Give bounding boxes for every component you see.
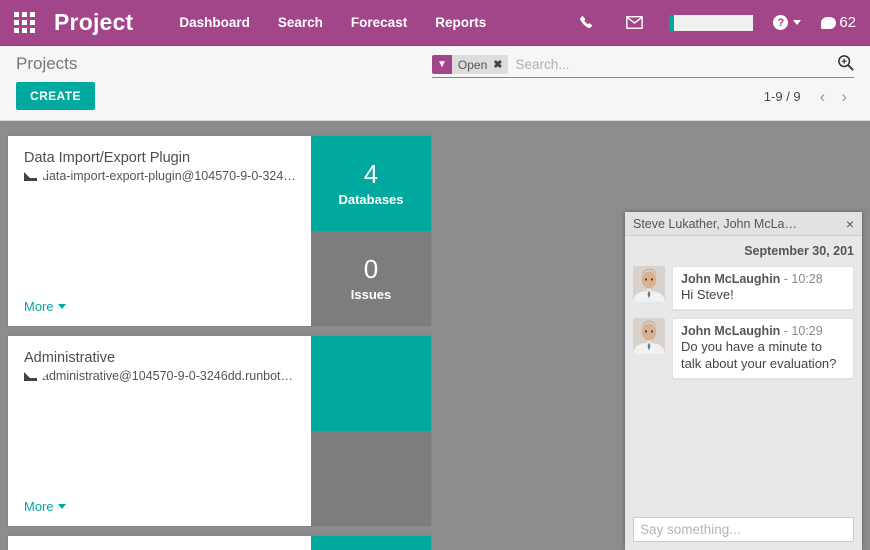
chat-window: Steve Lukather, John McLa… × September 3… [625,212,862,550]
search-facet-remove-icon[interactable]: ✖ [491,55,509,74]
chat-message-author: John McLaughin [681,272,781,286]
more-dropdown[interactable]: More [24,299,66,314]
kanban-card-stats [311,336,431,526]
menu-item-forecast[interactable]: Forecast [337,1,421,44]
chat-message-bubble: John McLaughin - 10:29 Do you have a min… [672,318,854,379]
control-panel: Projects ▼ Open ✖ Search... CREATE 1-9 /… [0,46,870,121]
menu-item-reports[interactable]: Reports [421,1,500,44]
stat-issues[interactable]: 0 Issues [311,231,431,326]
apps-menu-button[interactable] [0,0,48,46]
application-root: Project Dashboard Search Forecast Report… [0,0,870,550]
top-navigation-bar: Project Dashboard Search Forecast Report… [0,0,870,46]
kanban-card-stats: 4 Databases 0 Issues [311,136,431,326]
stat-databases[interactable]: 4 Databases [311,136,431,231]
create-button[interactable]: CREATE [16,82,95,110]
help-circle-icon: ? [773,15,789,30]
stat-value: 4 [363,159,379,190]
more-label: More [24,499,54,514]
project-alias-email: administrative@104570-9-0-3246dd.runbot… [24,369,295,383]
project-alias-email-text: administrative@104570-9-0-3246dd.runbot… [42,369,294,383]
user-account-bar[interactable] [669,14,754,31]
chat-message-meta: John McLaughin - 10:29 [681,324,845,338]
page-title: Projects [16,54,78,73]
search-input[interactable] [513,56,831,73]
user-photo-avatar [633,266,665,302]
chat-message-list: September 30, 201 John McLaughin - 10:28… [625,236,862,511]
kanban-card-ben[interactable]: Ben ben@104570-9-0-3246dd.runbot6.odoo.c… [8,536,431,550]
chat-message-time: - 10:29 [783,324,823,339]
stat-value: 0 [363,254,379,285]
chat-message-bubble: John McLaughin - 10:28 Hi Steve! [672,266,854,311]
stat-primary[interactable] [311,336,431,431]
pager-previous-button[interactable]: ‹ [813,88,833,105]
chat-message: John McLaughin - 10:28 Hi Steve! [633,266,854,311]
project-name: Data Import/Export Plugin [24,150,191,166]
search-facet-label: Open [451,55,492,74]
chat-window-title: Steve Lukather, John McLa… [633,216,797,231]
messages-count: 62 [839,14,856,31]
chat-composer [625,511,862,550]
user-photo-avatar [633,318,665,355]
control-panel-top-row: Projects ▼ Open ✖ [0,46,870,78]
envelope-icon[interactable] [610,16,659,29]
chat-message-meta: John McLaughin - 10:28 [681,272,845,286]
kanban-card-body: Ben ben@104570-9-0-3246dd.runbot6.odoo.c… [8,536,311,550]
project-alias-email: data-import-export-plugin@104570-9-0-324… [24,169,295,183]
kanban-card-body: Data Import/Export Plugin data-import-ex… [8,136,311,326]
grid-apps-icon [13,12,35,33]
top-bar-right-tools: ? 62 [563,14,870,31]
search-facet-open[interactable]: ▼ Open ✖ [432,55,509,74]
kanban-card-data-import-export-plugin[interactable]: Data Import/Export Plugin data-import-ex… [8,136,431,326]
pager: 1-9 / 9 ‹ › [764,88,854,105]
menu-item-dashboard[interactable]: Dashboard [165,1,264,44]
help-menu-button[interactable]: ? [763,15,811,30]
messaging-button[interactable]: 62 [811,14,856,31]
more-label: More [24,299,54,314]
stat-label: Databases [338,191,404,207]
control-panel-bottom-row: CREATE 1-9 / 9 ‹ › [0,74,870,120]
project-name: Administrative [24,350,116,366]
kanban-card-stats: 0 Tasks 0 Issues [311,536,431,550]
chat-date-separator: September 30, 201 [744,244,854,258]
chat-bubble-icon [821,16,837,29]
phone-icon[interactable] [563,15,610,30]
project-alias-email-text: data-import-export-plugin@104570-9-0-324… [42,169,295,183]
envelope-icon [24,171,49,181]
pager-count: 1-9 / 9 [763,88,801,104]
chat-message-time: - 10:28 [783,272,823,286]
stat-tasks[interactable]: 0 Tasks [311,536,431,550]
chat-message-text: Hi Steve! [681,287,734,302]
pager-next-button[interactable]: › [834,88,854,105]
menu-item-search[interactable]: Search [264,1,337,44]
kanban-card-body: Administrative administrative@104570-9-0… [8,336,311,526]
magnifier-icon[interactable] [831,54,854,75]
app-brand-title[interactable]: Project [54,9,133,36]
more-dropdown[interactable]: More [24,499,66,514]
main-menu: Dashboard Search Forecast Reports [165,1,500,44]
envelope-icon [24,371,49,381]
chat-message-input[interactable] [633,517,854,542]
close-x-icon[interactable]: × [846,217,854,231]
stat-secondary[interactable] [311,431,431,526]
chat-message-author: John McLaughin [681,324,781,339]
caret-down-icon [57,504,66,509]
chat-message-text: Do you have a minute to talk about your … [681,339,837,371]
kanban-card-administrative[interactable]: Administrative administrative@104570-9-0… [8,336,431,526]
filter-funnel-icon: ▼ [432,55,452,74]
chat-message: John McLaughin - 10:29 Do you have a min… [633,318,854,379]
caret-down-icon [57,304,66,309]
chat-window-header[interactable]: Steve Lukather, John McLa… × [625,212,862,236]
stat-label: Issues [350,286,392,302]
chevron-down-icon [793,20,802,25]
